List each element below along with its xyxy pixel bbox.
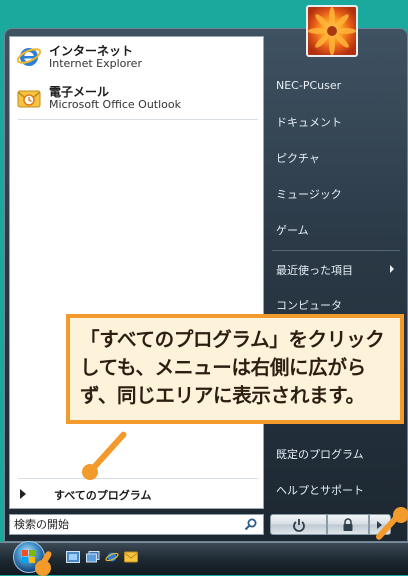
taskbar — [0, 542, 408, 575]
default-programs-link[interactable]: 既定のプログラム — [276, 446, 364, 462]
divider — [18, 478, 258, 479]
search-box[interactable] — [9, 514, 264, 535]
divider — [272, 250, 400, 251]
documents-link[interactable]: ドキュメント — [276, 114, 342, 130]
flower-icon — [308, 7, 356, 55]
lock-button[interactable] — [327, 514, 369, 535]
games-link[interactable]: ゲーム — [276, 222, 309, 238]
music-link[interactable]: ミュージック — [276, 186, 342, 202]
lock-icon — [343, 518, 353, 531]
callout-line-2: しても、メニューは右側に広がら — [80, 356, 366, 379]
power-button[interactable] — [270, 514, 327, 535]
all-programs-label: すべてのプログラム — [54, 489, 152, 502]
internet-explorer-icon — [16, 48, 42, 66]
user-name-link[interactable]: NEC-PCuser — [276, 79, 341, 92]
divider — [18, 119, 258, 120]
arrow-right-icon — [20, 489, 26, 499]
outlook-icon[interactable] — [124, 551, 138, 563]
pinned-subtitle: Microsoft Office Outlook — [49, 98, 181, 111]
programs-pane: インターネット Internet Explorer 電子メール Microsof… — [9, 36, 264, 509]
search-icon[interactable] — [244, 518, 257, 531]
help-and-support-link[interactable]: ヘルプとサポート — [276, 482, 364, 498]
pictures-link[interactable]: ピクチャ — [276, 150, 320, 166]
show-desktop-icon[interactable] — [66, 551, 80, 563]
callout-pointer — [82, 464, 98, 480]
internet-explorer-icon[interactable] — [105, 551, 119, 563]
pinned-subtitle: Internet Explorer — [49, 57, 142, 70]
user-picture[interactable] — [306, 5, 358, 57]
recent-items-label: 最近使った項目 — [276, 264, 353, 277]
power-icon — [293, 519, 305, 532]
computer-link[interactable]: コンピュータ — [276, 297, 342, 313]
all-programs-button[interactable]: すべてのプログラム — [16, 485, 256, 505]
callout-annotation: 「すべてのプログラム」をクリック しても、メニューは右側に広がら ず、同じエリア… — [66, 314, 404, 424]
search-input[interactable] — [10, 515, 238, 534]
pinned-internet-explorer[interactable]: インターネット Internet Explorer — [16, 41, 256, 71]
callout-line-1: 「すべてのプログラム」をクリック — [80, 328, 385, 351]
callout-line-3: ず、同じエリアに表示されます。 — [80, 384, 365, 407]
callout-pointer — [393, 507, 408, 523]
submenu-arrow-icon — [390, 265, 394, 273]
pinned-outlook[interactable]: 電子メール Microsoft Office Outlook — [16, 82, 256, 112]
recent-items-link[interactable]: 最近使った項目 — [276, 262, 400, 278]
outlook-icon — [17, 90, 41, 108]
switch-windows-icon[interactable] — [86, 551, 100, 563]
